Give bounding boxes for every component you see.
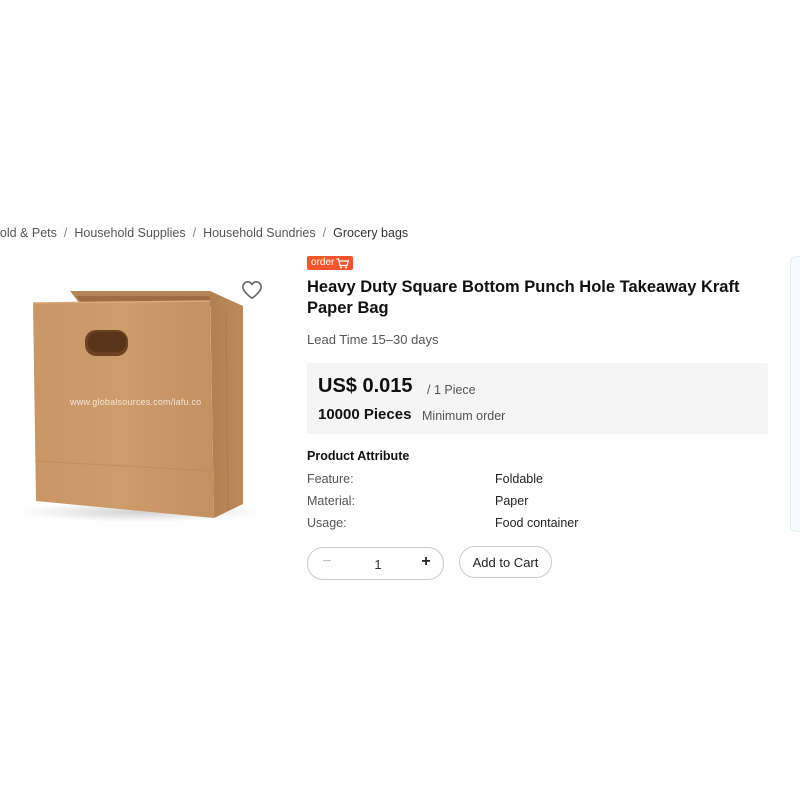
minimum-order-label: Minimum order bbox=[422, 409, 506, 423]
favorite-button[interactable] bbox=[241, 280, 263, 300]
attribute-key: Feature: bbox=[307, 472, 354, 486]
heart-icon bbox=[242, 280, 262, 300]
product-title: Heavy Duty Square Bottom Punch Hole Take… bbox=[307, 278, 740, 317]
attribute-key: Material: bbox=[307, 494, 355, 508]
decrease-quantity-button[interactable]: − bbox=[320, 553, 334, 573]
minimum-order-quantity: 10000 Pieces bbox=[318, 406, 412, 423]
increase-quantity-button[interactable]: + bbox=[419, 553, 433, 573]
unit-price: US$ 0.015 bbox=[318, 375, 413, 397]
attribute-value: Foldable bbox=[495, 472, 543, 486]
breadcrumb-item-current: Grocery bags bbox=[333, 226, 409, 240]
attribute-key: Usage: bbox=[307, 516, 347, 530]
breadcrumb-separator: / bbox=[322, 226, 327, 240]
cart-icon bbox=[336, 257, 350, 268]
quantity-input[interactable] bbox=[358, 548, 398, 581]
order-badge: order bbox=[307, 256, 354, 270]
breadcrumb-item-household-supplies[interactable]: Household Supplies bbox=[74, 226, 185, 240]
breadcrumb-item-household-pets[interactable]: ehold & Pets bbox=[0, 226, 57, 240]
lead-time: Lead Time 15–30 days bbox=[307, 332, 439, 347]
add-to-cart-button[interactable]: Add to Cart bbox=[459, 546, 552, 578]
attribute-row: Material: Paper bbox=[307, 494, 767, 512]
image-watermark: www.globalsources.com/lafu.co bbox=[70, 397, 202, 407]
attribute-value: Paper bbox=[495, 494, 529, 508]
price-box: US$ 0.015 / 1 Piece 10000 Pieces Minimum… bbox=[307, 363, 768, 434]
price-unit: / 1 Piece bbox=[427, 383, 476, 397]
breadcrumb: ehold & Pets / Household Supplies / Househol… bbox=[0, 226, 408, 240]
attribute-row: Usage: Food container bbox=[307, 516, 767, 534]
breadcrumb-separator: / bbox=[63, 226, 68, 240]
quantity-stepper: − + bbox=[307, 547, 444, 581]
side-panel bbox=[790, 256, 800, 532]
order-badge-label: order bbox=[311, 257, 335, 268]
breadcrumb-item-household-sundries[interactable]: Household Sundries bbox=[203, 226, 316, 240]
breadcrumb-separator: / bbox=[192, 226, 197, 240]
attribute-row: Feature: Foldable bbox=[307, 472, 767, 490]
attributes-title: Product Attribute bbox=[307, 449, 410, 463]
attribute-value: Food container bbox=[495, 516, 579, 530]
